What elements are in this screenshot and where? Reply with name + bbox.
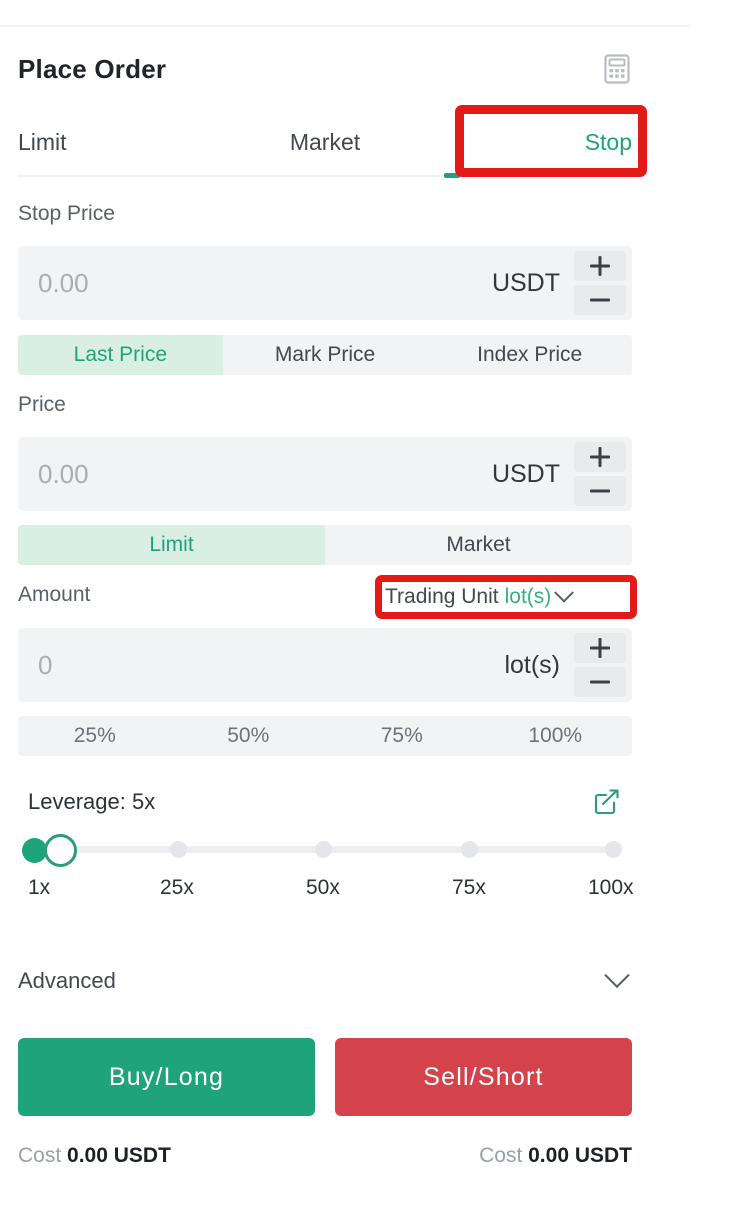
tab-stop[interactable]: Stop xyxy=(427,129,632,156)
leverage-node-100x[interactable] xyxy=(605,841,622,858)
price-increment-button[interactable] xyxy=(574,442,626,472)
leverage-tick-75x: 75x xyxy=(452,876,486,899)
sell-cost-value: 0.00 USDT xyxy=(528,1144,632,1167)
minus-icon xyxy=(590,489,610,493)
stop-price-increment-button[interactable] xyxy=(574,251,626,281)
tab-limit[interactable]: Limit xyxy=(18,129,223,156)
sell-cost-label: Cost xyxy=(479,1144,523,1167)
trading-unit-selector[interactable]: Trading Unit lot(s) xyxy=(385,582,575,612)
order-type-tabs: Limit Market Stop xyxy=(18,118,632,166)
minus-icon xyxy=(590,298,610,302)
price-stepper xyxy=(574,442,626,506)
chevron-down-icon xyxy=(604,962,630,989)
panel-header: Place Order xyxy=(18,48,632,90)
tab-market[interactable]: Market xyxy=(223,129,428,156)
price-decrement-button[interactable] xyxy=(574,476,626,506)
plus-icon-v xyxy=(598,447,602,467)
leverage-tick-100x: 100x xyxy=(588,876,634,899)
advanced-section-toggle[interactable]: Advanced xyxy=(18,962,632,1000)
leverage-tick-1x: 1x xyxy=(28,876,51,899)
page-title: Place Order xyxy=(18,53,167,84)
plus-icon-v xyxy=(598,638,602,658)
percentage-50[interactable]: 50% xyxy=(172,716,326,756)
amount-stepper xyxy=(574,633,626,697)
stop-price-decrement-button[interactable] xyxy=(574,285,626,315)
active-tab-indicator xyxy=(444,173,460,178)
trigger-option-last-price[interactable]: Last Price xyxy=(18,335,223,375)
place-order-panel: Place Order Limit Market Stop Stop Price… xyxy=(0,0,749,1205)
minus-icon xyxy=(590,680,610,684)
leverage-title: Leverage: 5x xyxy=(28,789,156,814)
buy-cost: Cost 0.00 USDT xyxy=(18,1144,171,1168)
trading-unit-value: lot(s) xyxy=(504,585,552,608)
leverage-slider-thumb[interactable] xyxy=(44,834,77,867)
price-input[interactable]: 0.00 xyxy=(18,459,492,490)
cost-summary-row: Cost 0.00 USDT Cost 0.00 USDT xyxy=(18,1140,632,1172)
leverage-node-75x[interactable] xyxy=(461,841,478,858)
calculator-icon[interactable] xyxy=(602,53,632,85)
order-action-buttons: Buy/Long Sell/Short xyxy=(18,1038,632,1116)
amount-increment-button[interactable] xyxy=(574,633,626,663)
price-label: Price xyxy=(18,393,66,416)
sell-cost: Cost 0.00 USDT xyxy=(479,1144,632,1168)
stop-price-input[interactable]: 0.00 xyxy=(18,268,492,299)
amount-input[interactable]: 0 xyxy=(18,650,504,681)
plus-icon-v xyxy=(598,256,602,276)
trigger-option-index-price[interactable]: Index Price xyxy=(427,335,632,375)
edit-icon[interactable] xyxy=(592,786,622,816)
price-option-market[interactable]: Market xyxy=(325,525,632,565)
sell-short-button[interactable]: Sell/Short xyxy=(335,1038,632,1116)
panel-top-divider xyxy=(0,25,690,27)
percentage-100[interactable]: 100% xyxy=(479,716,633,756)
stop-price-stepper xyxy=(574,251,626,315)
leverage-node-50x[interactable] xyxy=(315,841,332,858)
tabs-divider xyxy=(18,175,632,177)
amount-decrement-button[interactable] xyxy=(574,667,626,697)
chevron-down-icon xyxy=(554,582,575,603)
amount-percentage-row: 25% 50% 75% 100% xyxy=(18,716,632,756)
leverage-tick-25x: 25x xyxy=(160,876,194,899)
buy-cost-label: Cost xyxy=(18,1144,62,1167)
price-option-limit[interactable]: Limit xyxy=(18,525,325,565)
stop-price-input-row[interactable]: 0.00 USDT xyxy=(18,246,632,320)
advanced-label: Advanced xyxy=(18,968,116,993)
percentage-75[interactable]: 75% xyxy=(325,716,479,756)
trigger-price-type-toggle: Last Price Mark Price Index Price xyxy=(18,335,632,375)
trigger-option-mark-price[interactable]: Mark Price xyxy=(223,335,428,375)
buy-cost-value: 0.00 USDT xyxy=(67,1144,171,1167)
buy-long-button[interactable]: Buy/Long xyxy=(18,1038,315,1116)
price-order-type-toggle: Limit Market xyxy=(18,525,632,565)
leverage-tick-50x: 50x xyxy=(306,876,340,899)
percentage-25[interactable]: 25% xyxy=(18,716,172,756)
stop-price-label: Stop Price xyxy=(18,202,115,225)
amount-input-row[interactable]: 0 lot(s) xyxy=(18,628,632,702)
amount-label: Amount xyxy=(18,583,91,606)
leverage-node-25x[interactable] xyxy=(170,841,187,858)
trading-unit-label: Trading Unit xyxy=(385,585,499,608)
price-input-row[interactable]: 0.00 USDT xyxy=(18,437,632,511)
